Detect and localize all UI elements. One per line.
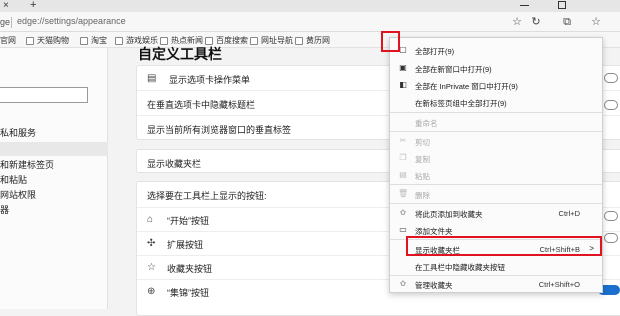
sidebar-item-site-permissions[interactable]: 网站权限 <box>0 188 108 202</box>
tab-close-button[interactable]: × <box>3 0 9 11</box>
menu-item-manage-favorites[interactable]: ✩ 管理收藏夹 Ctrl+Shift+O <box>390 276 602 292</box>
sidebar-item-appearance[interactable] <box>0 142 108 156</box>
puzzle-icon: ✣ <box>147 238 156 249</box>
menu-item-open-all-new-window[interactable]: ▣ 全部在新窗口中打开(9) <box>390 60 602 76</box>
page-icon <box>80 36 88 45</box>
manage-favorites-icon: ✩ <box>399 279 407 288</box>
minimize-button[interactable] <box>520 5 529 6</box>
new-tab-button[interactable]: + <box>30 0 36 11</box>
toggle-home-button[interactable] <box>604 211 618 221</box>
menu-item-cut: ✂ 剪切 <box>399 136 430 147</box>
home-icon: ⌂ <box>147 214 154 225</box>
tab-strip: × + <box>0 0 620 12</box>
inprivate-icon: ◧ <box>399 80 407 89</box>
paste-icon: ▤ <box>399 170 407 179</box>
menu-item-rename: 重命名 <box>415 119 438 128</box>
menu-item-paste: ▤ 粘贴 <box>399 170 430 181</box>
favorite-item[interactable]: 黄历网 <box>295 35 330 46</box>
copy-icon: ❐ <box>399 153 407 162</box>
menu-item-open-all-tab-group[interactable]: 在新标签页组中全部打开(9) <box>390 94 602 110</box>
settings-search-input[interactable] <box>0 87 88 103</box>
page-icon <box>26 36 34 45</box>
highlight-favorites-button <box>381 31 400 52</box>
favorite-item[interactable]: 淘宝 <box>80 35 107 46</box>
address-prefix: ge <box>0 17 11 27</box>
favorite-item[interactable]: 天猫购物 <box>26 35 69 46</box>
menu-item-open-all-inprivate[interactable]: ◧ 全部在 InPrivate 窗口中打开(9) <box>390 77 602 93</box>
favorites-star-icon: ☆ <box>147 262 156 273</box>
menu-divider <box>390 131 602 132</box>
sidebar-item-newtab[interactable]: 和新建标签页 <box>0 158 108 172</box>
toggle-vertical-hide-title[interactable] <box>604 100 618 110</box>
menu-divider <box>390 112 602 113</box>
favorite-item[interactable]: 网址导航 <box>250 35 293 46</box>
toggle-extensions-button[interactable] <box>604 233 618 243</box>
trash-icon: 🗑 <box>398 189 409 198</box>
sidebar-item-browser[interactable]: 器 <box>0 203 108 217</box>
add-favorite-star-icon[interactable]: ☆ <box>510 15 524 29</box>
tab-actions-icon: ▤ <box>147 73 157 84</box>
toggle-tab-actions[interactable] <box>604 73 618 83</box>
browser-toolbar: ge edge://settings/appearance ☆ ↻ ⧉ ☆ <box>0 12 620 32</box>
section-title: 自定义工具栏 <box>138 46 222 62</box>
settings-sidebar: 私和服务 和新建标签页 和粘贴 网站权限 器 <box>0 48 108 309</box>
cut-icon: ✂ <box>399 136 407 145</box>
menu-item-delete: 🗑 删除 <box>398 189 430 200</box>
page-icon <box>115 36 123 45</box>
menu-item-hide-favorites-button[interactable]: 在工具栏中隐藏收藏夹按钮 <box>390 258 602 274</box>
menu-item-open-all[interactable]: ▢ 全部打开(9) <box>390 42 602 58</box>
maximize-button[interactable] <box>558 1 566 9</box>
highlight-show-favorites-bar <box>406 236 602 256</box>
favorite-item[interactable]: 官网 <box>0 35 16 46</box>
address-separator <box>11 17 12 28</box>
menu-item-copy: ❐ 复制 <box>399 153 430 164</box>
sidebar-item-share-copy-paste[interactable]: 和粘贴 <box>0 173 108 187</box>
menu-item-add-page[interactable]: ✩ 将此页添加到收藏夹 Ctrl+D <box>390 205 602 221</box>
add-favorite-icon: ✩ <box>399 208 407 217</box>
extensions-icon[interactable]: ⧉ <box>560 15 574 29</box>
menu-divider <box>390 203 602 204</box>
address-bar[interactable]: edge://settings/appearance <box>17 16 126 26</box>
page-icon <box>250 36 258 45</box>
sidebar-item-privacy[interactable]: 私和服务 <box>0 126 108 140</box>
refresh-icon[interactable]: ↻ <box>529 15 543 29</box>
menu-divider <box>390 184 602 185</box>
collections-icon: ⊕ <box>147 286 156 297</box>
new-window-icon: ▣ <box>399 63 407 72</box>
page-icon <box>295 36 303 45</box>
favorites-icon[interactable]: ☆ <box>589 15 603 29</box>
add-folder-icon: ▭ <box>399 225 407 234</box>
